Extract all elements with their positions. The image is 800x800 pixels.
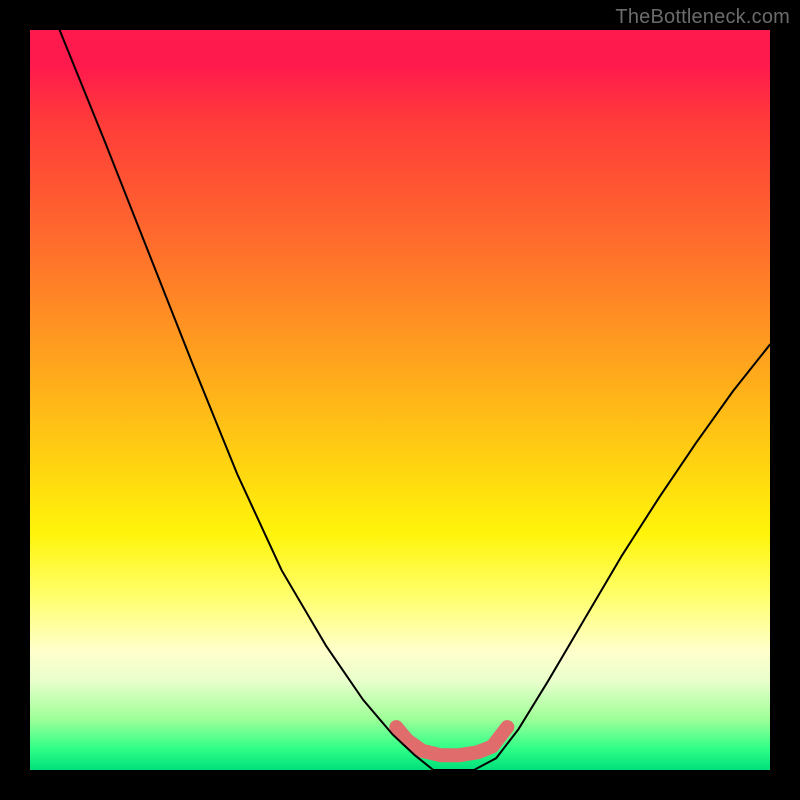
plot-area: [30, 30, 770, 770]
bottleneck-curve: [60, 30, 770, 770]
curve-layer: [30, 30, 770, 770]
chart-frame: TheBottleneck.com: [0, 0, 800, 800]
sweet-spot-marker: [396, 727, 507, 755]
watermark-label: TheBottleneck.com: [615, 6, 790, 29]
